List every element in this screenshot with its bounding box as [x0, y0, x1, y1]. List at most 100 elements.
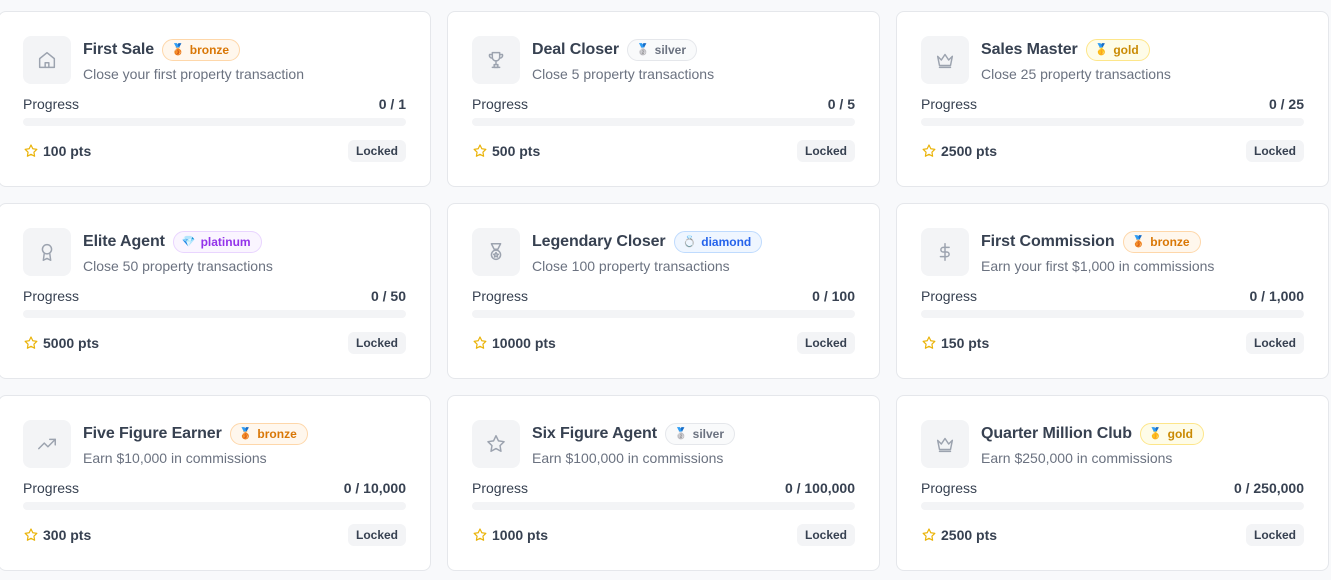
trophy-icon-glyph — [488, 51, 504, 69]
progress-row: Progress 0 / 50 — [23, 288, 406, 304]
achievement-description: Earn $10,000 in commissions — [83, 450, 267, 466]
progress-bar — [472, 310, 855, 318]
achievement-card: First Sale 🥉 bronze Close your first pro… — [0, 11, 431, 187]
progress-bar — [23, 310, 406, 318]
achievement-card: Legendary Closer 💍 diamond Close 100 pro… — [447, 203, 880, 379]
achievement-description: Earn $250,000 in commissions — [981, 450, 1173, 466]
house-icon — [23, 36, 71, 84]
points: 500 pts — [472, 143, 540, 159]
tier-label: silver — [654, 43, 687, 57]
tier-badge: 🥉 bronze — [229, 423, 308, 445]
crown-icon — [921, 36, 969, 84]
achievement-footer: 2500 pts Locked — [921, 140, 1304, 162]
tier-label: gold — [1113, 43, 1139, 57]
tier-badge: 🥈 silver — [664, 423, 735, 445]
diamond-ring-icon: 💍 — [682, 235, 697, 248]
trending-up-icon-glyph — [38, 438, 56, 450]
star-outline-icon — [922, 528, 936, 541]
progress-label: Progress — [472, 480, 529, 496]
achievement-header: First Commission 🥉 bronze Earn your firs… — [921, 228, 1304, 276]
achievement-footer: 150 pts Locked — [921, 332, 1304, 354]
star-outline-icon — [24, 336, 38, 349]
status-badge: Locked — [347, 140, 406, 162]
achievement-meta: Elite Agent 💎 platinum Close 50 property… — [83, 228, 273, 274]
progress-row: Progress 0 / 1,000 — [921, 288, 1304, 304]
status-badge: Locked — [347, 332, 406, 354]
status-badge: Locked — [347, 524, 406, 546]
progress-label: Progress — [921, 480, 978, 496]
bronze-medal-icon: 🥉 — [171, 43, 185, 56]
achievement-description: Earn your first $1,000 in commissions — [981, 258, 1215, 274]
progress-row: Progress 0 / 10,000 — [23, 480, 406, 496]
achievement-card: Sales Master 🥇 gold Close 25 property tr… — [896, 11, 1329, 187]
trophy-icon — [472, 36, 520, 84]
points-value: 2500 pts — [941, 527, 998, 543]
tier-label: diamond — [701, 235, 752, 249]
points: 2500 pts — [921, 527, 997, 543]
points-value: 500 pts — [492, 143, 541, 159]
award-ribbon-icon-glyph — [41, 243, 53, 261]
achievement-title: Quarter Million Club — [981, 425, 1132, 442]
achievement-meta: First Commission 🥉 bronze Earn your firs… — [981, 228, 1214, 274]
achievement-title: Deal Closer — [532, 41, 619, 58]
medal-icon-glyph — [490, 243, 502, 261]
points-value: 100 pts — [43, 143, 92, 159]
achievement-title: Legendary Closer — [532, 233, 666, 250]
achievement-header: Deal Closer 🥈 silver Close 5 property tr… — [472, 36, 855, 84]
achievement-meta: Six Figure Agent 🥈 silver Earn $100,000 … — [532, 420, 735, 466]
achievement-meta: Deal Closer 🥈 silver Close 5 property tr… — [532, 36, 714, 82]
progress-label: Progress — [23, 96, 80, 112]
progress-bar — [472, 118, 855, 126]
status-badge: Locked — [1245, 524, 1304, 546]
silver-medal-icon: 🥈 — [635, 43, 650, 56]
points-value: 1000 pts — [492, 527, 549, 543]
star-icon-glyph — [487, 435, 505, 452]
progress-bar — [23, 502, 406, 510]
progress-bar — [921, 118, 1304, 126]
progress-label: Progress — [921, 288, 978, 304]
achievement-card: Six Figure Agent 🥈 silver Earn $100,000 … — [447, 395, 880, 571]
crown-icon-glyph — [936, 53, 954, 69]
dollar-sign-icon — [921, 228, 969, 276]
tier-label: bronze — [257, 427, 297, 441]
achievement-header: Six Figure Agent 🥈 silver Earn $100,000 … — [472, 420, 855, 468]
tier-label: silver — [692, 427, 724, 441]
progress-value: 0 / 1,000 — [1249, 288, 1305, 304]
progress-bar — [23, 118, 406, 126]
achievement-footer: 2500 pts Locked — [921, 524, 1304, 546]
achievement-title: Six Figure Agent — [532, 425, 657, 442]
progress-bar — [472, 502, 855, 510]
achievement-footer: 5000 pts Locked — [23, 332, 406, 354]
points: 100 pts — [23, 143, 91, 159]
status-badge: Locked — [796, 524, 855, 546]
star-outline-icon — [473, 336, 487, 349]
achievement-title: First Commission — [981, 233, 1115, 250]
gem-icon: 💎 — [181, 235, 196, 248]
star-outline-icon — [24, 144, 38, 157]
star-outline-icon — [24, 528, 38, 541]
achievement-card: First Commission 🥉 bronze Earn your firs… — [896, 203, 1329, 379]
progress-row: Progress 0 / 250,000 — [921, 480, 1304, 496]
progress-row: Progress 0 / 100 — [472, 288, 855, 304]
achievement-description: Close 25 property transactions — [981, 66, 1171, 82]
star-outline-icon — [922, 336, 936, 349]
progress-row: Progress 0 / 1 — [23, 96, 406, 112]
achievements-grid: First Sale 🥉 bronze Close your first pro… — [0, 11, 1329, 571]
star-outline-icon — [473, 144, 487, 157]
tier-badge: 🥉 bronze — [162, 39, 241, 61]
tier-label: platinum — [200, 235, 251, 249]
progress-row: Progress 0 / 25 — [921, 96, 1304, 112]
achievement-header: Legendary Closer 💍 diamond Close 100 pro… — [472, 228, 855, 276]
achievement-description: Close 50 property transactions — [83, 258, 273, 274]
tier-badge: 🥉 bronze — [1122, 231, 1201, 253]
points-value: 5000 pts — [43, 335, 100, 351]
achievement-card: Five Figure Earner 🥉 bronze Earn $10,000… — [0, 395, 431, 571]
status-badge: Locked — [1245, 140, 1304, 162]
achievement-meta: Quarter Million Club 🥇 gold Earn $250,00… — [981, 420, 1204, 466]
progress-value: 0 / 50 — [370, 288, 406, 304]
medal-icon — [472, 228, 520, 276]
progress-value: 0 / 250,000 — [1233, 480, 1304, 496]
achievement-description: Close your first property transaction — [83, 66, 304, 82]
achievement-description: Earn $100,000 in commissions — [532, 450, 724, 466]
points: 10000 pts — [472, 335, 556, 351]
